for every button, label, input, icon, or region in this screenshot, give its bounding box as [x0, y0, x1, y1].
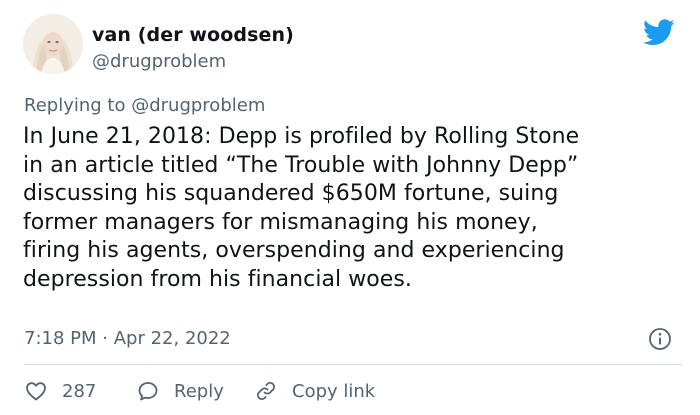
divider — [24, 364, 682, 365]
link-icon — [257, 382, 275, 400]
like-button[interactable]: 287 — [24, 376, 96, 406]
like-count: 287 — [62, 380, 97, 402]
reply-context: Replying to @drugproblem — [24, 95, 265, 116]
tweet-card: van (der woodsen) @drugproblem Replying … — [0, 0, 700, 415]
tweet-date: Apr 22, 2022 — [113, 328, 231, 349]
tweet-text-line: firing his agents, overspending and expe… — [23, 238, 565, 263]
tweet-timestamp[interactable]: 7:18 PM · Apr 22, 2022 — [24, 328, 231, 349]
tweet-text-line: in an article titled “The Trouble with J… — [23, 152, 579, 178]
reply-label: Reply — [174, 380, 224, 402]
copy-link-label: Copy link — [292, 380, 376, 402]
author-name[interactable]: van (der woodsen) — [92, 24, 294, 46]
tweet-time: 7:18 PM — [24, 328, 97, 349]
tweet-text-line: discussing his squandered $650M fortune,… — [23, 181, 559, 206]
copy-link-button[interactable]: Copy link — [254, 376, 375, 406]
tweet-text-line: In June 21, 2018: Depp is profiled by Ro… — [23, 124, 580, 149]
reply-bubble-icon — [138, 382, 158, 401]
tweet-text: In June 21, 2018: Depp is profiled by Ro… — [23, 123, 688, 294]
twitter-bird-icon[interactable] — [643, 19, 675, 46]
info-icon[interactable] — [648, 327, 672, 351]
reply-prefix: Replying to — [24, 95, 126, 116]
tweet-text-line: former managers for mismanaging his mone… — [23, 209, 538, 235]
avatar[interactable] — [23, 14, 83, 74]
reply-mention-link[interactable]: @drugproblem — [131, 95, 265, 116]
meta-separator: · — [102, 328, 108, 349]
tweet-text-line: depression from his financial woes. — [23, 266, 412, 292]
heart-icon — [26, 382, 46, 401]
reply-button[interactable]: Reply — [136, 376, 224, 406]
profile-photo-icon — [23, 14, 83, 74]
author-handle[interactable]: @drugproblem — [92, 51, 226, 72]
